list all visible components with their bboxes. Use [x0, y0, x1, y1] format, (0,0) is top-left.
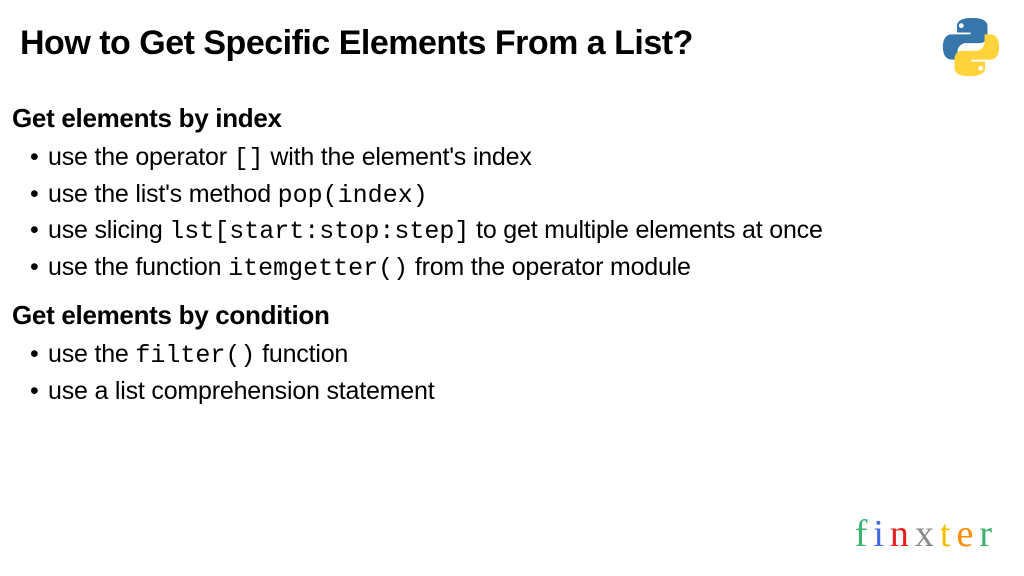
list-item: use the list's method pop(index): [48, 177, 1012, 214]
list-item: use the filter() function: [48, 337, 1012, 374]
item-code: []: [234, 144, 264, 173]
brand-letter: r: [979, 512, 998, 556]
brand-letter: n: [890, 512, 915, 556]
item-text-pre: use a list comprehension statement: [48, 377, 434, 405]
item-code: lst[start:stop:step]: [169, 217, 469, 246]
list-by-index: use the operator [] with the element's i…: [12, 140, 1012, 286]
brand-letter: t: [940, 512, 957, 556]
item-text-pre: use slicing: [48, 216, 169, 244]
brand-letter: f: [855, 512, 874, 556]
brand-letter: e: [956, 512, 979, 556]
list-item: use a list comprehension statement: [48, 374, 1012, 411]
brand-letter: i: [873, 512, 890, 556]
list-item: use the function itemgetter() from the o…: [48, 250, 1012, 287]
python-logo-icon: [940, 16, 1002, 78]
item-text-pre: use the operator: [48, 143, 234, 171]
item-text-post: to get multiple elements at once: [469, 216, 822, 244]
item-code: itemgetter(): [228, 254, 408, 283]
item-code: filter(): [135, 341, 255, 370]
page-title: How to Get Specific Elements From a List…: [0, 0, 1024, 73]
item-text-post: from the operator module: [408, 253, 691, 281]
item-code: pop(index): [278, 181, 428, 210]
section-heading-by-index: Get elements by index: [12, 103, 1012, 134]
item-text-post: function: [255, 340, 348, 368]
section-heading-by-condition: Get elements by condition: [12, 300, 1012, 331]
list-item: use slicing lst[start:stop:step] to get …: [48, 213, 1012, 250]
item-text-pre: use the list's method: [48, 180, 278, 208]
list-item: use the operator [] with the element's i…: [48, 140, 1012, 177]
item-text-pre: use the function: [48, 253, 228, 281]
item-text-pre: use the: [48, 340, 135, 368]
item-text-post: with the element's index: [264, 143, 532, 171]
content-area: Get elements by index use the operator […: [0, 73, 1024, 410]
list-by-condition: use the filter() function use a list com…: [12, 337, 1012, 410]
finxter-logo: finxter: [855, 512, 998, 556]
brand-letter: x: [915, 512, 940, 556]
